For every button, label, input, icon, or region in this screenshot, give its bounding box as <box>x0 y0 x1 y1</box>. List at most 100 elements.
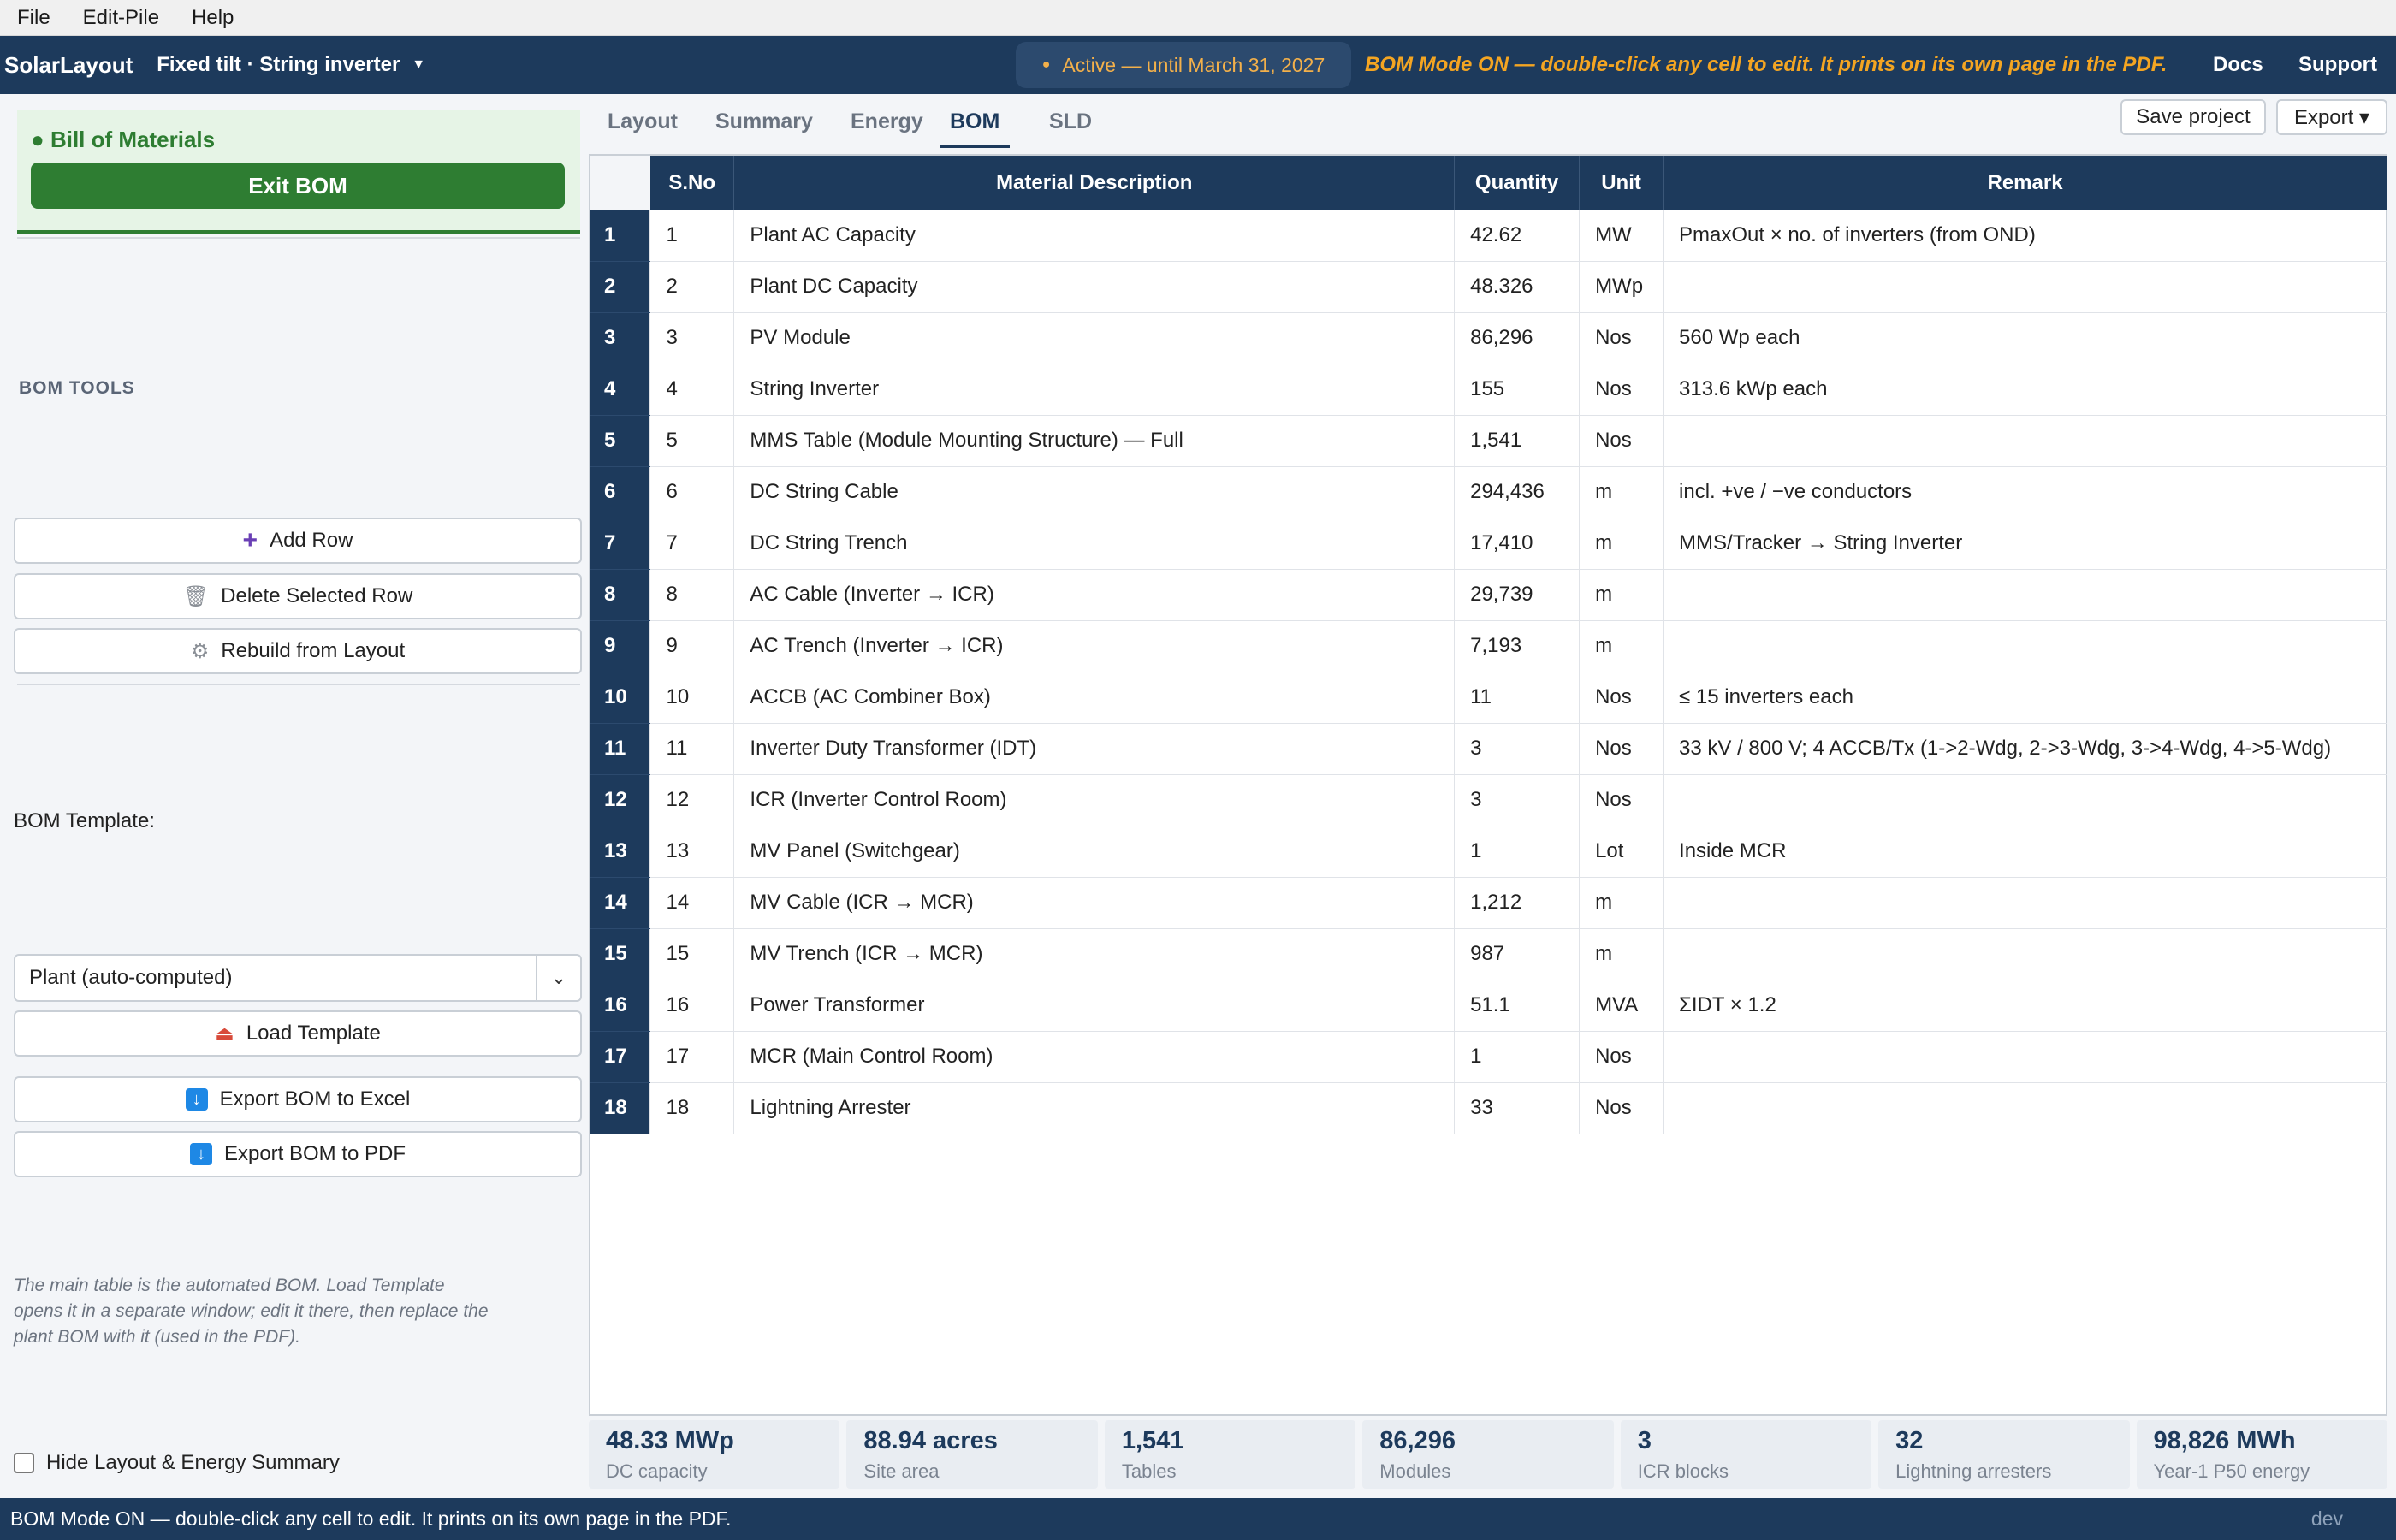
unit-cell[interactable]: Nos <box>1579 723 1664 775</box>
sno-cell[interactable]: 5 <box>649 415 735 467</box>
table-row[interactable]: 18 18 Lightning Arrester 33 Nos <box>590 1082 2387 1134</box>
sno-cell[interactable]: 16 <box>649 980 735 1032</box>
col-unit[interactable]: Unit <box>1579 156 1664 210</box>
table-row[interactable]: 10 10 ACCB (AC Combiner Box) 11 Nos ≤ 15 inve… <box>590 672 2387 724</box>
description-cell[interactable]: ICR (Inverter Control Room) <box>733 774 1456 826</box>
col-remark[interactable]: Remark <box>1663 156 2387 210</box>
row-index-cell[interactable]: 3 <box>590 312 651 364</box>
support-link[interactable]: Support <box>2298 36 2377 94</box>
menu-edit-pile[interactable]: Edit-Pile <box>83 6 159 30</box>
table-row[interactable]: 11 11 Inverter Duty Transformer (IDT) 3 Nos 3… <box>590 723 2387 775</box>
remark-cell[interactable] <box>1663 415 2387 467</box>
sno-cell[interactable]: 2 <box>649 261 735 313</box>
remark-cell[interactable] <box>1663 261 2387 313</box>
sno-cell[interactable]: 1 <box>649 210 735 262</box>
description-cell[interactable]: MMS Table (Module Mounting Structure) — … <box>733 415 1456 467</box>
quantity-cell[interactable]: 17,410 <box>1454 518 1581 570</box>
sno-cell[interactable]: 6 <box>649 466 735 518</box>
row-index-cell[interactable]: 7 <box>590 518 651 570</box>
sno-cell[interactable]: 14 <box>649 877 735 929</box>
hide-summary-checkbox[interactable]: Hide Layout & Energy Summary <box>14 1451 340 1475</box>
tab-summary[interactable]: Summary <box>715 110 813 145</box>
sno-cell[interactable]: 11 <box>649 723 735 775</box>
remark-cell[interactable] <box>1663 928 2387 980</box>
unit-cell[interactable]: m <box>1579 620 1664 672</box>
row-index-cell[interactable]: 8 <box>590 569 651 621</box>
remark-cell[interactable]: ΣIDT × 1.2 <box>1663 980 2387 1032</box>
description-cell[interactable]: MV Panel (Switchgear) <box>733 826 1456 878</box>
quantity-cell[interactable]: 3 <box>1454 774 1581 826</box>
sno-cell[interactable]: 15 <box>649 928 735 980</box>
table-row[interactable]: 16 16 Power Transformer 51.1 MVA ΣIDT × 1.2 <box>590 980 2387 1032</box>
mode-selector[interactable]: Fixed tilt · String inverter ▼ <box>157 53 425 77</box>
table-row[interactable]: 13 13 MV Panel (Switchgear) 1 Lot Inside MCR <box>590 826 2387 878</box>
row-index-cell[interactable]: 17 <box>590 1031 651 1083</box>
unit-cell[interactable]: MWp <box>1579 261 1664 313</box>
export-pdf-button[interactable]: ↓ Export BOM to PDF <box>14 1131 582 1177</box>
row-index-cell[interactable]: 13 <box>590 826 651 878</box>
delete-row-button[interactable]: 🗑 Delete Selected Row <box>14 573 582 619</box>
row-index-cell[interactable]: 5 <box>590 415 651 467</box>
unit-cell[interactable]: Nos <box>1579 774 1664 826</box>
table-row[interactable]: 15 15 MV Trench (ICR → MCR) 987 m <box>590 928 2387 980</box>
row-index-cell[interactable]: 6 <box>590 466 651 518</box>
table-row[interactable]: 17 17 MCR (Main Control Room) 1 Nos <box>590 1031 2387 1083</box>
unit-cell[interactable]: Nos <box>1579 364 1664 416</box>
quantity-cell[interactable]: 51.1 <box>1454 980 1581 1032</box>
description-cell[interactable]: PV Module <box>733 312 1456 364</box>
tab-layout[interactable]: Layout <box>608 110 678 145</box>
row-index-cell[interactable]: 15 <box>590 928 651 980</box>
sno-cell[interactable]: 12 <box>649 774 735 826</box>
unit-cell[interactable]: Nos <box>1579 1031 1664 1083</box>
remark-cell[interactable] <box>1663 1031 2387 1083</box>
unit-cell[interactable]: Nos <box>1579 312 1664 364</box>
unit-cell[interactable]: Lot <box>1579 826 1664 878</box>
table-row[interactable]: 8 8 AC Cable (Inverter → ICR) 29,739 m <box>590 569 2387 621</box>
description-cell[interactable]: AC Cable (Inverter → ICR) <box>733 569 1456 621</box>
unit-cell[interactable]: MVA <box>1579 980 1664 1032</box>
remark-cell[interactable]: 33 kV / 800 V; 4 ACCB/Tx (1->2-Wdg, 2->3… <box>1663 723 2387 775</box>
tab-energy[interactable]: Energy <box>851 110 923 145</box>
quantity-cell[interactable]: 1 <box>1454 1031 1581 1083</box>
menu-file[interactable]: File <box>17 6 50 30</box>
row-index-cell[interactable]: 16 <box>590 980 651 1032</box>
remark-cell[interactable] <box>1663 877 2387 929</box>
sno-cell[interactable]: 8 <box>649 569 735 621</box>
quantity-cell[interactable]: 29,739 <box>1454 569 1581 621</box>
remark-cell[interactable]: ≤ 15 inverters each <box>1663 672 2387 724</box>
quantity-cell[interactable]: 1,212 <box>1454 877 1581 929</box>
row-index-cell[interactable]: 18 <box>590 1082 651 1134</box>
table-row[interactable]: 6 6 DC String Cable 294,436 m incl. +ve / −ve… <box>590 466 2387 518</box>
tab-bom[interactable]: BOM <box>940 110 1011 148</box>
unit-cell[interactable]: Nos <box>1579 672 1664 724</box>
template-select[interactable]: Plant (auto-computed) ⌄ <box>14 954 582 1002</box>
unit-cell[interactable]: Nos <box>1579 1082 1664 1134</box>
description-cell[interactable]: ACCB (AC Combiner Box) <box>733 672 1456 724</box>
table-row[interactable]: 4 4 String Inverter 155 Nos 313.6 kWp each <box>590 364 2387 416</box>
description-cell[interactable]: MV Trench (ICR → MCR) <box>733 928 1456 980</box>
row-index-cell[interactable]: 9 <box>590 620 651 672</box>
description-cell[interactable]: String Inverter <box>733 364 1456 416</box>
quantity-cell[interactable]: 3 <box>1454 723 1581 775</box>
remark-cell[interactable] <box>1663 569 2387 621</box>
col-description[interactable]: Material Description <box>733 156 1456 210</box>
description-cell[interactable]: AC Trench (Inverter → ICR) <box>733 620 1456 672</box>
quantity-cell[interactable]: 294,436 <box>1454 466 1581 518</box>
remark-cell[interactable]: Inside MCR <box>1663 826 2387 878</box>
quantity-cell[interactable]: 1,541 <box>1454 415 1581 467</box>
row-index-cell[interactable]: 11 <box>590 723 651 775</box>
description-cell[interactable]: DC String Cable <box>733 466 1456 518</box>
table-row[interactable]: 12 12 ICR (Inverter Control Room) 3 Nos <box>590 774 2387 826</box>
col-quantity[interactable]: Quantity <box>1454 156 1581 210</box>
sno-cell[interactable]: 17 <box>649 1031 735 1083</box>
table-row[interactable]: 7 7 DC String Trench 17,410 m MMS/Tracker → S… <box>590 518 2387 570</box>
docs-link[interactable]: Docs <box>2213 36 2263 94</box>
load-template-button[interactable]: ⏏ Load Template <box>14 1010 582 1057</box>
quantity-cell[interactable]: 48.326 <box>1454 261 1581 313</box>
remark-cell[interactable]: 313.6 kWp each <box>1663 364 2387 416</box>
unit-cell[interactable]: m <box>1579 877 1664 929</box>
table-row[interactable]: 5 5 MMS Table (Module Mounting Structure) … <box>590 415 2387 467</box>
unit-cell[interactable]: m <box>1579 466 1664 518</box>
row-index-cell[interactable]: 10 <box>590 672 651 724</box>
add-row-button[interactable]: + Add Row <box>14 518 582 564</box>
